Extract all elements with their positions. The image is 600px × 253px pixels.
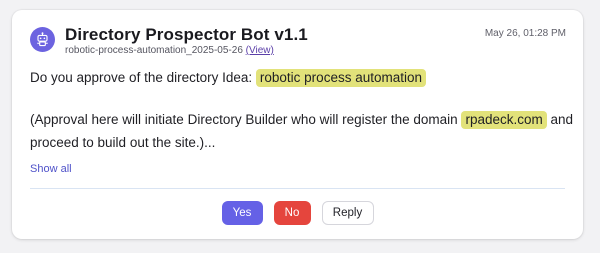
message-subtitle: robotic-process-automation_2025-05-26 (V… xyxy=(65,45,274,56)
directory-idea-highlight: robotic process automation xyxy=(255,69,426,87)
subtitle-text: robotic-process-automation_2025-05-26 xyxy=(65,45,243,56)
message-card: Directory Prospector Bot v1.1 robotic-pr… xyxy=(12,10,583,239)
show-all-link[interactable]: Show all xyxy=(30,163,72,175)
message-timestamp: May 26, 01:28 PM xyxy=(484,28,566,39)
divider xyxy=(30,188,565,189)
message-body: (Approval here will initiate Directory B… xyxy=(30,108,573,154)
message-line-3: proceed to build out the site.)... xyxy=(30,135,216,150)
approval-note-continued: and xyxy=(550,112,574,127)
message-line-2: (Approval here will initiate Directory B… xyxy=(30,108,573,131)
domain-highlight: rpadeck.com xyxy=(461,111,547,129)
message-line-1: Do you approve of the directory Idea: ro… xyxy=(30,69,426,87)
reply-button[interactable]: Reply xyxy=(321,201,374,225)
action-bar: Yes No Reply xyxy=(12,201,583,225)
yes-button[interactable]: Yes xyxy=(221,201,263,225)
bot-avatar xyxy=(30,27,55,52)
no-button[interactable]: No xyxy=(273,201,311,225)
approval-question: Do you approve of the directory Idea: xyxy=(30,70,253,85)
view-link[interactable]: (View) xyxy=(246,45,274,56)
bot-name: Directory Prospector Bot v1.1 xyxy=(65,25,308,44)
robot-icon xyxy=(37,32,48,47)
approval-note: (Approval here will initiate Directory B… xyxy=(30,112,458,127)
